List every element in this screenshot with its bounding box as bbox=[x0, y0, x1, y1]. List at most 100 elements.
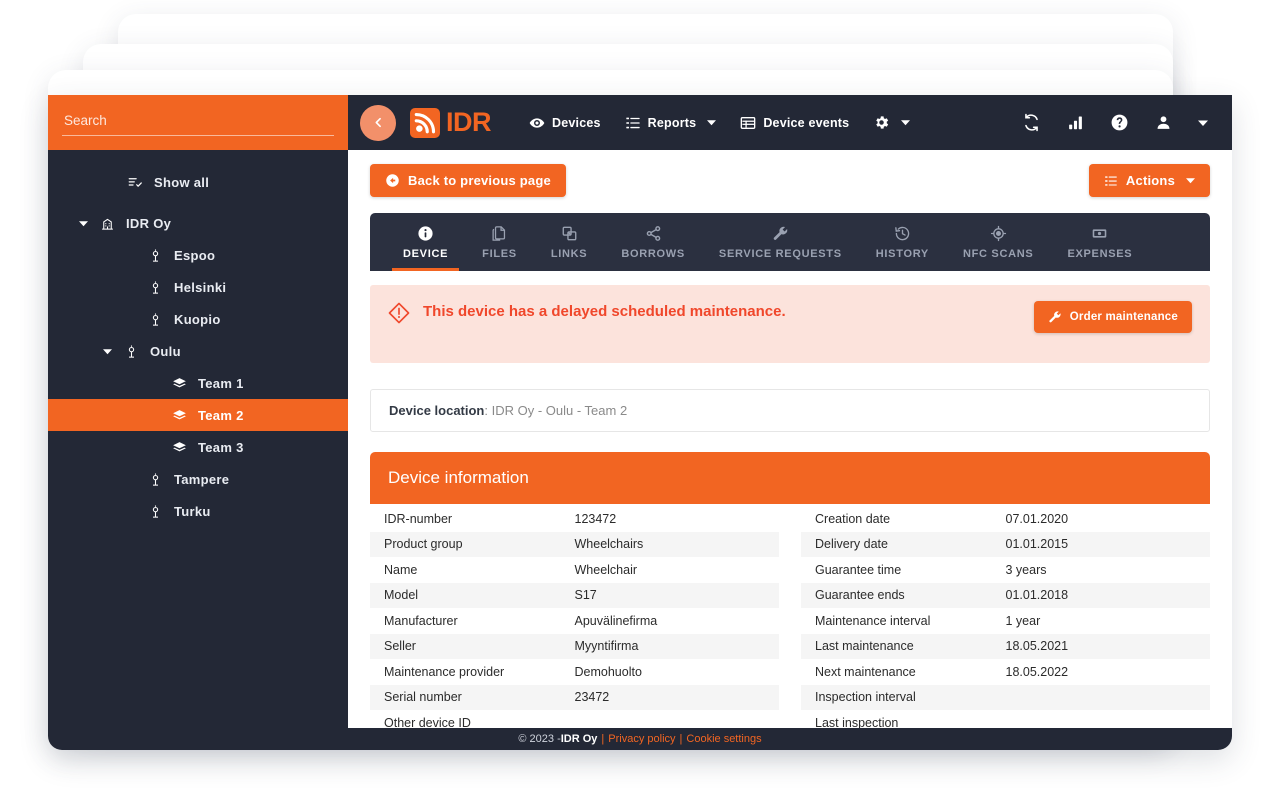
sidebar-item-idr-oy[interactable]: IDR Oy bbox=[48, 207, 348, 239]
content-area: Back to previous page Actions DEVICE FIL… bbox=[348, 150, 1232, 728]
rss-icon bbox=[414, 112, 436, 133]
info-value: 07.01.2020 bbox=[1005, 511, 1069, 526]
info-value: Wheelchair bbox=[574, 562, 638, 577]
info-key: Delivery date bbox=[815, 537, 888, 552]
footer-company: IDR Oy bbox=[560, 733, 598, 745]
location-pin-icon bbox=[144, 312, 166, 327]
layers-icon bbox=[172, 441, 186, 451]
info-key: Next maintenance bbox=[815, 664, 916, 679]
bar-chart-icon[interactable] bbox=[1067, 114, 1084, 131]
info-value: 23472 bbox=[574, 690, 610, 705]
info-value: 18.05.2021 bbox=[1005, 639, 1069, 654]
sidebar-item-label: Espoo bbox=[174, 247, 216, 263]
help-icon[interactable] bbox=[1110, 113, 1129, 132]
tab-nfc-scans[interactable]: NFC SCANS bbox=[946, 213, 1050, 271]
device-info-left-column: IDR-number 123472 Product group Wheelchairs… bbox=[370, 506, 779, 728]
eye-icon bbox=[529, 117, 545, 128]
info-key: Last maintenance bbox=[815, 639, 914, 654]
info-key: Maintenance interval bbox=[815, 613, 931, 628]
table-row: Manufacturer Apuvälinefirma bbox=[370, 608, 779, 634]
user-menu-chevron-down-icon[interactable] bbox=[1198, 118, 1208, 128]
tab-expenses[interactable]: EXPENSES bbox=[1050, 213, 1149, 271]
device-information-card: Device information IDR-number 123472 Produ… bbox=[370, 452, 1210, 728]
chevron-down-icon[interactable] bbox=[102, 347, 112, 356]
info-value: 3 years bbox=[1005, 562, 1047, 577]
location-pin-icon bbox=[144, 504, 166, 519]
tab-links[interactable]: LINKS bbox=[534, 213, 605, 271]
cookie-settings-link[interactable]: Cookie settings bbox=[686, 733, 761, 745]
table-row: Guarantee ends 01.01.2018 bbox=[801, 582, 1210, 608]
tab-borrows[interactable]: BORROWS bbox=[604, 213, 702, 271]
target-icon bbox=[990, 225, 1007, 242]
tree-caret[interactable] bbox=[94, 347, 120, 356]
sidebar-item-team-3[interactable]: Team 3 bbox=[48, 431, 348, 463]
info-key: Creation date bbox=[815, 511, 891, 526]
nav-label-reports: Reports bbox=[647, 115, 697, 130]
location-pin-icon bbox=[128, 345, 134, 358]
tab-history[interactable]: HISTORY bbox=[859, 213, 946, 271]
info-key: Inspection interval bbox=[815, 690, 916, 705]
back-to-previous-page-button[interactable]: Back to previous page bbox=[370, 164, 566, 197]
tab-label: SERVICE REQUESTS bbox=[718, 247, 842, 260]
info-value: S17 bbox=[574, 588, 597, 603]
nav-label-device-events: Device events bbox=[763, 115, 850, 130]
sidebar-item-helsinki[interactable]: Helsinki bbox=[48, 271, 348, 303]
list-check-icon bbox=[128, 177, 142, 187]
sidebar-item-kuopio[interactable]: Kuopio bbox=[48, 303, 348, 335]
info-key: Model bbox=[384, 588, 419, 603]
top-navbar: IDR Devices Reports Device events bbox=[348, 95, 1232, 150]
money-icon bbox=[1091, 225, 1108, 242]
sidebar-item-oulu[interactable]: Oulu bbox=[48, 335, 348, 367]
tree-caret[interactable] bbox=[70, 219, 96, 228]
table-row: Other device ID bbox=[370, 710, 779, 728]
arrow-left-circle-icon bbox=[386, 174, 399, 187]
table-row: Model S17 bbox=[370, 582, 779, 608]
tab-device[interactable]: DEVICE bbox=[386, 213, 465, 271]
info-value: Apuvälinefirma bbox=[574, 613, 658, 628]
tab-label: BORROWS bbox=[621, 247, 685, 260]
collapse-sidebar-button[interactable] bbox=[360, 104, 396, 141]
info-key: IDR-number bbox=[384, 511, 453, 526]
info-icon bbox=[418, 225, 433, 241]
sidebar-item-team-2[interactable]: Team 2 bbox=[48, 399, 348, 431]
nav-item-device-events[interactable]: Device events bbox=[728, 95, 861, 150]
nav-item-reports[interactable]: Reports bbox=[613, 95, 729, 150]
sidebar-item-show-all[interactable]: Show all bbox=[48, 166, 348, 198]
warning-diamond-icon bbox=[388, 302, 410, 324]
sidebar-item-tampere[interactable]: Tampere bbox=[48, 463, 348, 495]
target-icon bbox=[990, 225, 1006, 241]
info-value: 18.05.2022 bbox=[1005, 664, 1069, 679]
info-key: Maintenance provider bbox=[384, 664, 505, 679]
actions-button[interactable]: Actions bbox=[1088, 164, 1210, 197]
tab-service-requests[interactable]: SERVICE REQUESTS bbox=[702, 213, 859, 271]
history-icon bbox=[895, 226, 910, 240]
sidebar-item-espoo[interactable]: Espoo bbox=[48, 239, 348, 271]
chevron-down-icon bbox=[901, 120, 911, 126]
table-row: Serial number 23472 bbox=[370, 684, 779, 710]
building-icon bbox=[101, 218, 113, 230]
sidebar-item-label: Oulu bbox=[150, 343, 181, 359]
table-row: Seller Myyntifirma bbox=[370, 633, 779, 659]
chevron-down-icon[interactable] bbox=[78, 219, 88, 228]
user-icon[interactable] bbox=[1155, 114, 1172, 131]
privacy-policy-link[interactable]: Privacy policy bbox=[608, 733, 675, 745]
nav-item-devices[interactable]: Devices bbox=[517, 95, 613, 150]
tab-files[interactable]: FILES bbox=[465, 213, 534, 271]
sidebar-item-turku[interactable]: Turku bbox=[48, 495, 348, 527]
layers-icon bbox=[168, 440, 190, 455]
location-pin-icon bbox=[144, 248, 166, 263]
search-input[interactable] bbox=[62, 109, 334, 136]
device-location-separator: : bbox=[484, 403, 492, 418]
brand-logo[interactable]: IDR bbox=[410, 107, 492, 138]
order-maintenance-button[interactable]: Order maintenance bbox=[1033, 301, 1192, 333]
device-location-value: IDR Oy - Oulu - Team 2 bbox=[491, 403, 628, 418]
history-icon bbox=[894, 225, 911, 242]
table-row: Inspection interval bbox=[801, 684, 1210, 710]
nav-item-settings[interactable] bbox=[861, 95, 922, 150]
sync-icon[interactable] bbox=[1022, 113, 1041, 132]
device-panel: This device has a delayed scheduled main… bbox=[370, 271, 1210, 728]
location-pin-icon bbox=[152, 281, 158, 294]
sidebar-item-team-1[interactable]: Team 1 bbox=[48, 367, 348, 399]
money-icon bbox=[1093, 228, 1107, 238]
